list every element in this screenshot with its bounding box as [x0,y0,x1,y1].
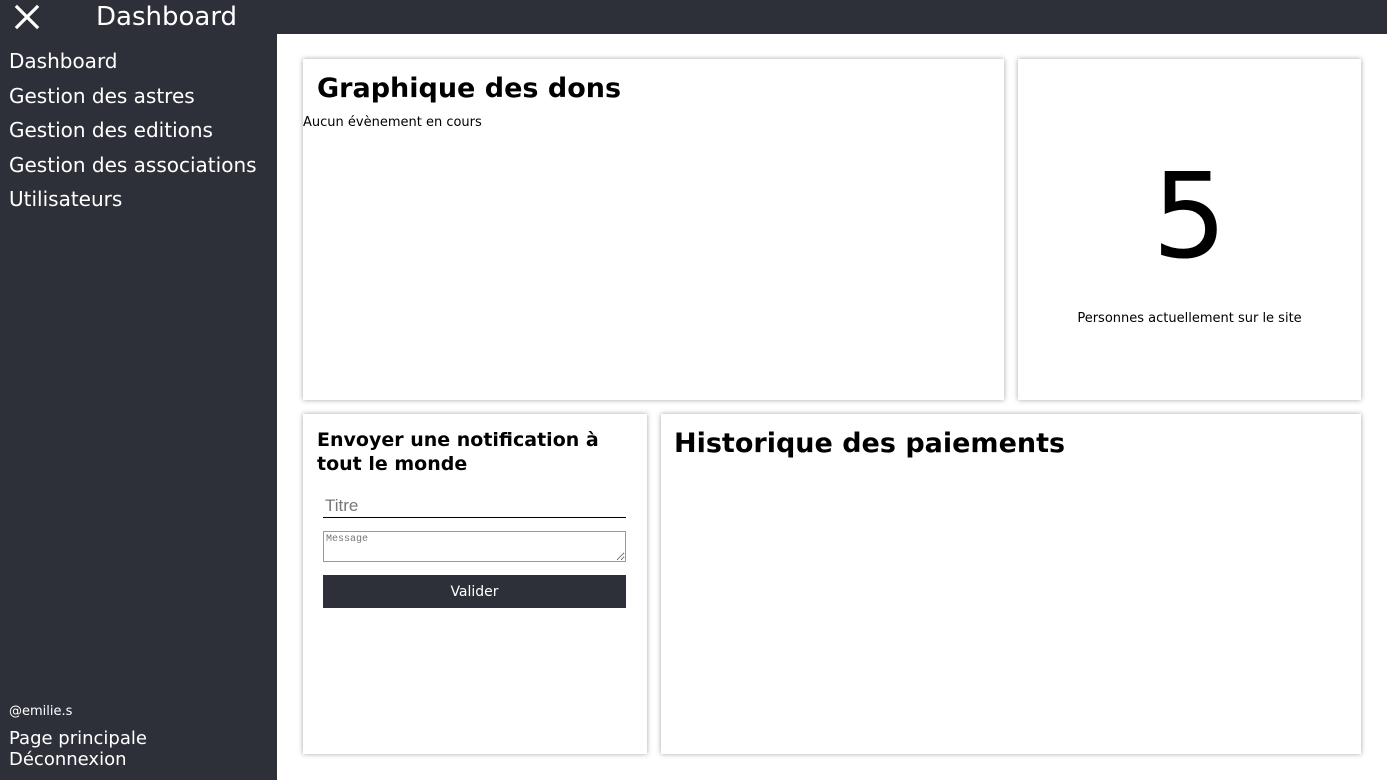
sidebar: Dashboard Gestion des astres Gestion des… [0,34,277,780]
sidebar-nav: Dashboard Gestion des astres Gestion des… [9,44,257,217]
sidebar-item-utilisateurs[interactable]: Utilisateurs [9,182,257,217]
payments-history-title: Historique des paiements [674,428,1066,459]
notification-title: Envoyer une notification à tout le monde [317,429,599,475]
visitor-label: Personnes actuellement sur le site [1077,311,1302,326]
visitors-card: 5 Personnes actuellement sur le site [1018,59,1361,400]
no-event-message: Aucun évènement en cours [303,115,482,130]
main-page-link[interactable]: Page principale [9,728,147,749]
notification-message-input[interactable] [323,531,626,562]
notification-title-input[interactable] [323,494,626,518]
sidebar-item-associations[interactable]: Gestion des associations [9,148,257,183]
sidebar-item-astres[interactable]: Gestion des astres [9,79,257,114]
close-button[interactable] [11,2,43,32]
visitor-count: 5 [1151,147,1228,285]
submit-button[interactable]: Valider [323,575,626,608]
notification-card: Envoyer une notification à tout le monde… [303,414,647,754]
donations-chart-title: Graphique des dons [317,73,622,104]
page-title: Dashboard [96,2,238,32]
top-bar: Dashboard [0,0,1387,34]
payments-history-card: Historique des paiements [661,414,1361,754]
donations-chart-card: Graphique des dons Aucun évènement en co… [303,59,1004,400]
sidebar-footer-links: Page principale Déconnexion [9,728,147,770]
sidebar-username: @emilie.s [9,704,73,719]
logout-link[interactable]: Déconnexion [9,749,147,770]
sidebar-item-editions[interactable]: Gestion des editions [9,113,257,148]
close-icon [14,4,40,30]
sidebar-item-dashboard[interactable]: Dashboard [9,44,257,79]
